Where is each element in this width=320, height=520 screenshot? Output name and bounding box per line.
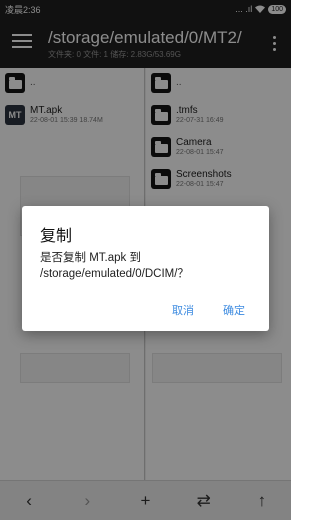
dialog-title: 复制 [40, 228, 73, 245]
cancel-button[interactable]: 取消 [172, 302, 194, 318]
confirm-button[interactable]: 确定 [223, 302, 245, 318]
file-manager-screen: 凌晨2:36 ... .ıl 100 /storage/emulated/0/M… [0, 0, 291, 520]
copy-confirm-dialog: 复制 是否复制 MT.apk 到 /storage/emulated/0/DCI… [22, 206, 269, 331]
dialog-message: 是否复制 MT.apk 到 /storage/emulated/0/DCIM/？ [40, 252, 189, 280]
